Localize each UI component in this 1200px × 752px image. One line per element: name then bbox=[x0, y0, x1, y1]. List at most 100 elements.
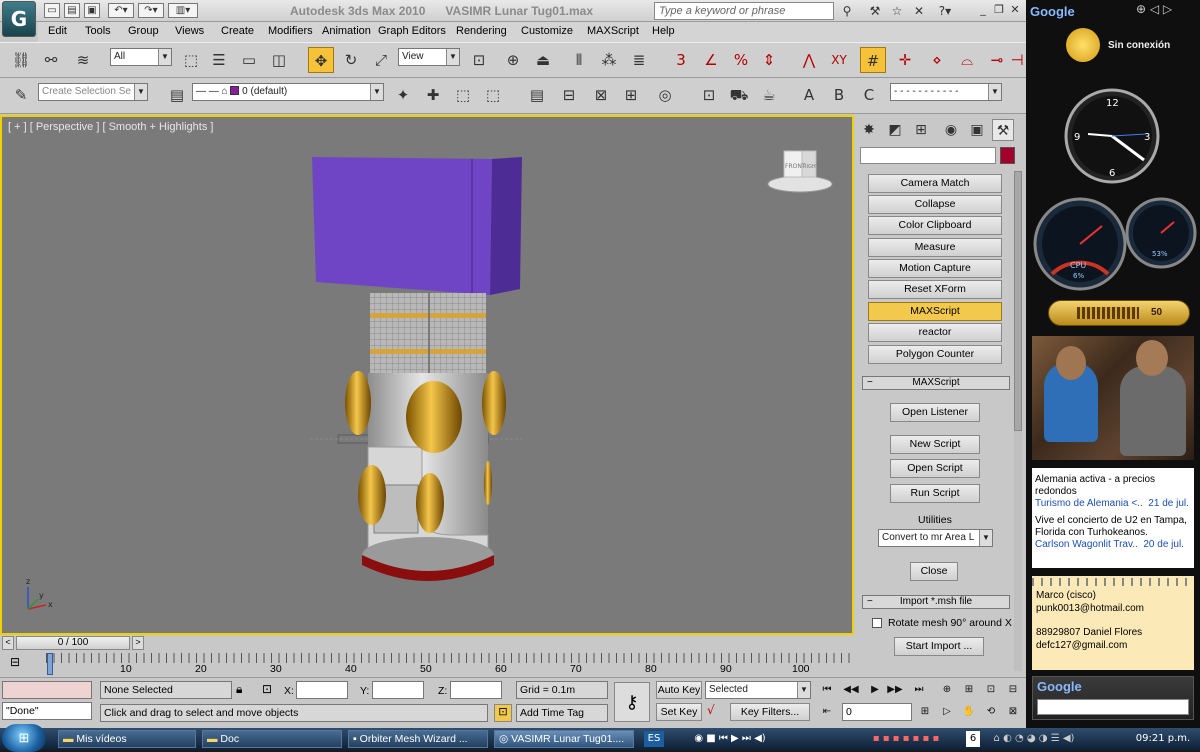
object-name-field[interactable] bbox=[860, 147, 996, 164]
menu-edit[interactable]: Edit bbox=[48, 25, 67, 37]
time-slider[interactable]: < 0 / 100 > bbox=[0, 635, 854, 651]
key-mode-toggle-icon[interactable]: ⇤ bbox=[818, 704, 836, 720]
select-and-rotate-icon[interactable]: ↻ bbox=[338, 47, 364, 73]
utilities-dropdown[interactable]: Convert to mr Area L ▼ bbox=[878, 529, 993, 547]
pivot-center-icon[interactable]: ⊡ bbox=[466, 47, 492, 73]
snap-3d-icon[interactable]: 3 bbox=[668, 47, 694, 73]
app-logo-icon[interactable]: G bbox=[2, 1, 36, 37]
pan-view-icon[interactable]: ✋ bbox=[960, 704, 978, 720]
set-current-layer-icon[interactable]: ⬚ bbox=[480, 82, 506, 108]
restore-icon[interactable]: ❐ bbox=[992, 3, 1006, 17]
spinner-snap-icon[interactable]: ⇕ bbox=[756, 47, 782, 73]
zoom-extents-icon[interactable]: ⊡ bbox=[982, 682, 1000, 698]
select-object-icon[interactable]: ⬚ bbox=[178, 47, 204, 73]
add-to-layer-icon[interactable]: ✚ bbox=[420, 82, 446, 108]
mini-curve-editor-icon[interactable]: ⊟ bbox=[10, 655, 32, 671]
taskbar-item-orbiter-mesh-wizard[interactable]: ▪ Orbiter Mesh Wizard ... bbox=[348, 730, 488, 748]
language-indicator[interactable]: ES bbox=[644, 731, 664, 747]
select-and-link-icon[interactable]: ⛓ bbox=[8, 47, 34, 73]
zoom-all-icon[interactable]: ⊞ bbox=[960, 682, 978, 698]
hold-b-icon[interactable]: B bbox=[826, 82, 852, 108]
new-script-button[interactable]: New Script bbox=[890, 435, 980, 454]
hold-a-icon[interactable]: A bbox=[796, 82, 822, 108]
utility-camera-match-button[interactable]: Camera Match bbox=[868, 174, 1002, 193]
utility-color-clipboard-button[interactable]: Color Clipboard bbox=[868, 216, 1002, 235]
current-frame-marker[interactable] bbox=[47, 653, 53, 675]
sidebar-controls-icon[interactable]: ⊕ ◁ ▷ bbox=[1136, 2, 1196, 18]
layer-list-icon[interactable]: ▤ bbox=[164, 82, 190, 108]
bind-space-warp-icon[interactable]: ≋ bbox=[70, 47, 96, 73]
viewcube-ring[interactable] bbox=[767, 175, 833, 193]
open-listener-button[interactable]: Open Listener bbox=[890, 403, 980, 422]
start-import-button[interactable]: Start Import ... bbox=[894, 637, 984, 656]
set-key-icon[interactable]: ⚷ bbox=[614, 682, 650, 722]
schematic-view-icon[interactable]: ⊟ bbox=[556, 82, 582, 108]
open-script-button[interactable]: Open Script bbox=[890, 459, 980, 478]
zoom-icon[interactable]: ⊕ bbox=[938, 682, 956, 698]
select-by-name-icon[interactable]: ☰ bbox=[206, 47, 232, 73]
menu-views[interactable]: Views bbox=[175, 25, 204, 37]
menu-modifiers[interactable]: Modifiers bbox=[268, 25, 313, 37]
command-panel-scrollbar[interactable] bbox=[1014, 171, 1022, 671]
menu-maxscript[interactable]: MAXScript bbox=[587, 25, 639, 37]
binoculars-icon[interactable]: ⚲ bbox=[838, 3, 856, 19]
taskbar-item-3dsmax[interactable]: ◎ VASIMR Lunar Tug01.... bbox=[494, 730, 634, 748]
close-window-icon[interactable]: ✕ bbox=[1008, 3, 1022, 17]
select-layer-objects-icon[interactable]: ⬚ bbox=[450, 82, 476, 108]
field-of-view-icon[interactable]: ▷ bbox=[938, 704, 956, 720]
maxscript-mini-listener-output[interactable]: "Done" bbox=[2, 702, 92, 720]
menu-group[interactable]: Group bbox=[128, 25, 159, 37]
start-button[interactable]: ⊞ bbox=[2, 724, 46, 752]
hierarchy-tab-icon[interactable]: ⊞ bbox=[910, 119, 932, 141]
render-frame-icon[interactable]: ◎ bbox=[652, 82, 678, 108]
taskbar-clock[interactable]: 09:21 p.m. bbox=[1130, 731, 1196, 747]
undo-icon[interactable]: ↶▾ bbox=[108, 3, 134, 18]
percent-snap-icon[interactable]: % bbox=[728, 47, 754, 73]
photo-gadget[interactable] bbox=[1032, 336, 1194, 460]
close-button[interactable]: Close bbox=[910, 562, 958, 581]
unlink-icon[interactable]: ⚯ bbox=[38, 47, 64, 73]
slider-prev-icon[interactable]: < bbox=[2, 636, 14, 650]
rectangular-region-icon[interactable]: ▭ bbox=[236, 47, 262, 73]
menu-animation[interactable]: Animation bbox=[322, 25, 371, 37]
quick-render-icon[interactable]: ⛟ bbox=[726, 82, 752, 108]
create-tab-icon[interactable]: ✸ bbox=[858, 119, 880, 141]
run-script-button[interactable]: Run Script bbox=[890, 484, 980, 503]
minimize-icon[interactable]: _ bbox=[976, 3, 990, 17]
utility-polygon-counter-button[interactable]: Polygon Counter bbox=[868, 345, 1002, 364]
utility-reactor-button[interactable]: reactor bbox=[868, 323, 1002, 342]
create-layer-icon[interactable]: ✦ bbox=[390, 82, 416, 108]
news-item-1-meta[interactable]: Turismo de Alemania <.. 21 de jul. bbox=[1035, 498, 1191, 510]
tray-system-icons[interactable]: ⌂ ◐ ◔ ◕ ◑ ☰ ◀) bbox=[984, 731, 1084, 747]
media-player-controls[interactable]: ◉ ■ ⏮ ▶ ⏭ ◀) bbox=[668, 731, 792, 747]
lock-selection-icon[interactable]: 🔒︎ bbox=[236, 682, 242, 697]
selection-filter-dropdown[interactable]: All ▼ bbox=[110, 48, 172, 66]
vertex-snap-icon[interactable]: ⋄ bbox=[924, 47, 950, 73]
goto-start-icon[interactable]: ⏮ bbox=[818, 682, 836, 698]
tools-icon[interactable]: ⚒ bbox=[866, 3, 884, 19]
mirror-icon[interactable]: ⫴ bbox=[566, 47, 592, 73]
current-frame-field[interactable]: 0 bbox=[842, 703, 912, 721]
align-icon[interactable]: ⁂ bbox=[596, 47, 622, 73]
render-production-icon[interactable]: ⊡ bbox=[696, 82, 722, 108]
layer-manager-icon[interactable]: ≣ bbox=[626, 47, 652, 73]
save-file-icon[interactable]: ▣ bbox=[84, 3, 100, 18]
absolute-mode-icon[interactable]: ⊡ bbox=[262, 682, 272, 696]
notes-gadget[interactable]: Marco (cisco) punk0013@hotmail.com 88929… bbox=[1032, 576, 1194, 670]
open-file-icon[interactable]: ▤ bbox=[64, 3, 80, 18]
redo-icon[interactable]: ↷▾ bbox=[138, 3, 164, 18]
news-item-1-title[interactable]: Alemania activa - a precios redondos bbox=[1035, 474, 1191, 498]
layer-dropdown[interactable]: — — ⌂ 0 (default) ▼ bbox=[192, 83, 384, 101]
menu-rendering[interactable]: Rendering bbox=[456, 25, 507, 37]
auto-key-button[interactable]: Auto Key bbox=[656, 681, 702, 699]
select-and-move-icon[interactable]: ✥ bbox=[308, 47, 334, 73]
play-icon[interactable]: ▶ bbox=[866, 682, 884, 698]
x-coordinate-field[interactable] bbox=[296, 681, 348, 699]
modify-tab-icon[interactable]: ◩ bbox=[884, 119, 906, 141]
next-frame-icon[interactable]: ▶▶ bbox=[886, 682, 904, 698]
time-configuration-icon[interactable]: ⊞ bbox=[916, 704, 934, 720]
perspective-viewport[interactable]: [ + ] [ Perspective ] [ Smooth + Highlig… bbox=[0, 115, 854, 635]
manipulate-icon[interactable]: ⊕ bbox=[500, 47, 526, 73]
goto-end-icon[interactable]: ⏭ bbox=[910, 682, 928, 698]
taskbar-item-mis-videos[interactable]: ▬ Mis vídeos bbox=[58, 730, 196, 748]
